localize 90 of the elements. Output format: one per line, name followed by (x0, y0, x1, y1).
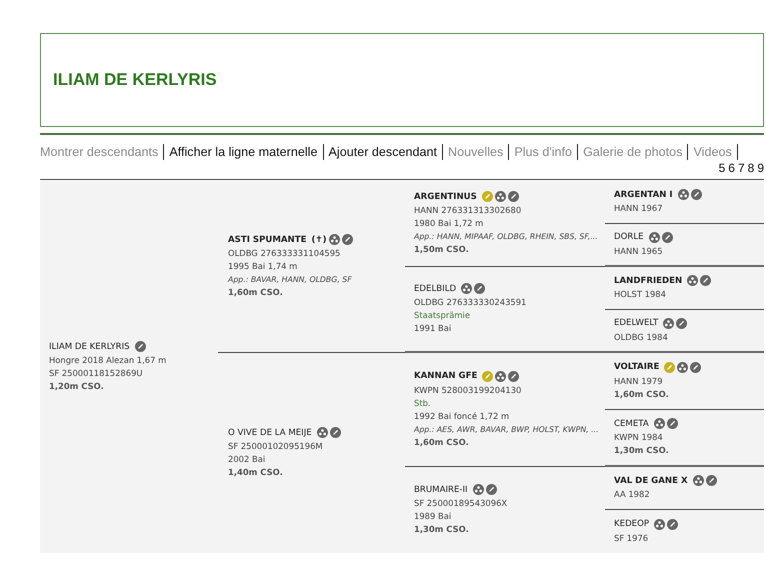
offspring-icon[interactable] (494, 191, 506, 202)
horse-name[interactable]: O VIVE DE LA MEIJE (228, 428, 312, 438)
horse-name[interactable]: VAL DE GANE X (614, 476, 688, 486)
horse-detail: SF 25000102095196M (228, 440, 324, 453)
offspring-icon[interactable] (328, 234, 340, 245)
pencil-icon[interactable] (690, 362, 702, 372)
horse-name[interactable]: CEMETA (614, 418, 649, 428)
pencil-icon[interactable] (676, 318, 688, 328)
pencil-icon[interactable] (667, 518, 678, 530)
nav-link[interactable]: Montrer descendants (40, 144, 164, 160)
horse-name[interactable]: ARGENTINUS (414, 192, 477, 202)
horse-detail: HANN 1967 (614, 202, 664, 215)
pencil-icon[interactable] (666, 418, 678, 429)
offspring-icon[interactable] (677, 362, 688, 372)
horse-detail: 1,50m CSO. (414, 243, 470, 256)
horse-detail: OLDBG 276333331104595 (228, 247, 342, 260)
horse-detail: 1989 Bai (414, 510, 452, 523)
pencil-icon[interactable] (474, 283, 486, 294)
offspring-icon[interactable] (648, 232, 660, 242)
pencil-icon[interactable] (486, 484, 497, 495)
horse-detail: SF 25000189543096X (414, 497, 508, 510)
generation-link[interactable]: 6 (728, 161, 735, 175)
offspring-icon[interactable] (654, 418, 665, 429)
horse-detail: HANN 1979 (614, 374, 664, 388)
horse-name[interactable]: LANDFRIEDEN (614, 276, 682, 286)
horse-detail: HOLST 1984 (614, 288, 667, 301)
nav-link[interactable]: Plus d'info (509, 144, 578, 160)
offspring-icon[interactable] (663, 318, 674, 328)
horse-name[interactable]: ASTI SPUMANTE (228, 234, 306, 244)
deceased-mark: (✝) (312, 234, 327, 244)
horse-name[interactable]: ARGENTAN I (614, 190, 673, 200)
horse-name[interactable]: ILIAM DE KERLYRIS (49, 342, 130, 352)
horse-detail: SF 1976 (614, 532, 650, 544)
horse-detail: 1980 Bai 1,72 m (414, 217, 484, 230)
horse-name[interactable]: BRUMAIRE-II (414, 484, 468, 494)
horse-name[interactable]: VOLTAIRE (614, 362, 660, 372)
pencil-icon[interactable] (342, 234, 353, 245)
horse-detail: Stb. (414, 396, 432, 410)
offspring-icon[interactable] (461, 283, 472, 294)
offspring-icon[interactable] (316, 427, 328, 438)
horse-detail: AA 1982 (614, 488, 651, 501)
pencil-icon[interactable] (662, 232, 673, 242)
horse-name[interactable]: KEDEOP (614, 519, 650, 529)
pencil-icon[interactable] (508, 370, 520, 382)
pencil-icon[interactable] (508, 191, 519, 202)
offspring-icon[interactable] (687, 275, 698, 286)
nav-link[interactable]: Videos (688, 144, 738, 160)
horse-title: ILIAM DE KERLYRIS (53, 70, 217, 90)
generation-link[interactable]: 7 (738, 161, 745, 175)
nav-link[interactable]: Nouvelles (443, 144, 510, 160)
pencil-icon[interactable] (330, 427, 341, 438)
pencil-icon[interactable] (700, 275, 712, 286)
horse-detail: KWPN 528003199204130 (414, 384, 522, 396)
horse-detail: Hongre 2018 Alezan 1,67 m (49, 354, 166, 367)
generation-link[interactable]: 5 (718, 161, 726, 175)
nav-link[interactable]: Galerie de photos (578, 144, 688, 160)
horse-detail: 1,20m CSO. (49, 380, 105, 393)
horse-detail: HANN 276331313302680 (414, 204, 522, 217)
horse-detail: 1,60m CSO. (614, 388, 670, 400)
horse-name[interactable]: DORLE (614, 232, 644, 242)
horse-detail: 1,30m CSO. (614, 444, 670, 457)
offspring-icon[interactable] (654, 518, 666, 530)
horse-detail: HANN 1965 (614, 244, 664, 258)
offspring-icon[interactable] (472, 484, 484, 495)
horse-detail: OLDBG 1984 (614, 330, 669, 344)
nav-link[interactable]: Afficher la ligne maternelle (164, 144, 324, 160)
offspring-icon[interactable] (495, 370, 506, 382)
horse-detail: SF 25000118152869U (49, 367, 144, 380)
horse-detail: Staatsprämie (414, 309, 472, 322)
horse-name[interactable]: KANNAN GFE (414, 371, 478, 381)
nav-link[interactable]: Ajouter descendant (324, 144, 444, 160)
pencil-icon[interactable] (706, 475, 717, 486)
horse-detail: 1,30m CSO. (414, 523, 470, 536)
offspring-icon[interactable] (678, 189, 689, 200)
horse-detail: 1,60m CSO. (414, 436, 470, 448)
generation-link[interactable]: 8 (748, 161, 754, 175)
horse-detail: OLDBG 276333330243591 (414, 296, 526, 309)
horse-detail: 1,40m CSO. (228, 466, 284, 479)
offspring-icon[interactable] (692, 475, 704, 486)
generation-link[interactable]: 9 (757, 161, 764, 175)
pencil-icon[interactable] (134, 341, 146, 352)
horse-detail: KWPN 1984 (614, 431, 664, 444)
horse-detail: 1,60m CSO. (228, 286, 284, 299)
horse-detail: 1992 Bai foncé 1,72 m (414, 410, 510, 422)
horse-detail: 2002 Bai (228, 453, 266, 466)
horse-name[interactable]: EDELWELT (614, 318, 658, 328)
pencil-icon[interactable] (690, 189, 702, 200)
horse-detail: 1991 Bai (414, 322, 452, 335)
horse-name[interactable]: EDELBILD (414, 284, 456, 294)
horse-detail: 1995 Bai 1,74 m (228, 260, 298, 273)
